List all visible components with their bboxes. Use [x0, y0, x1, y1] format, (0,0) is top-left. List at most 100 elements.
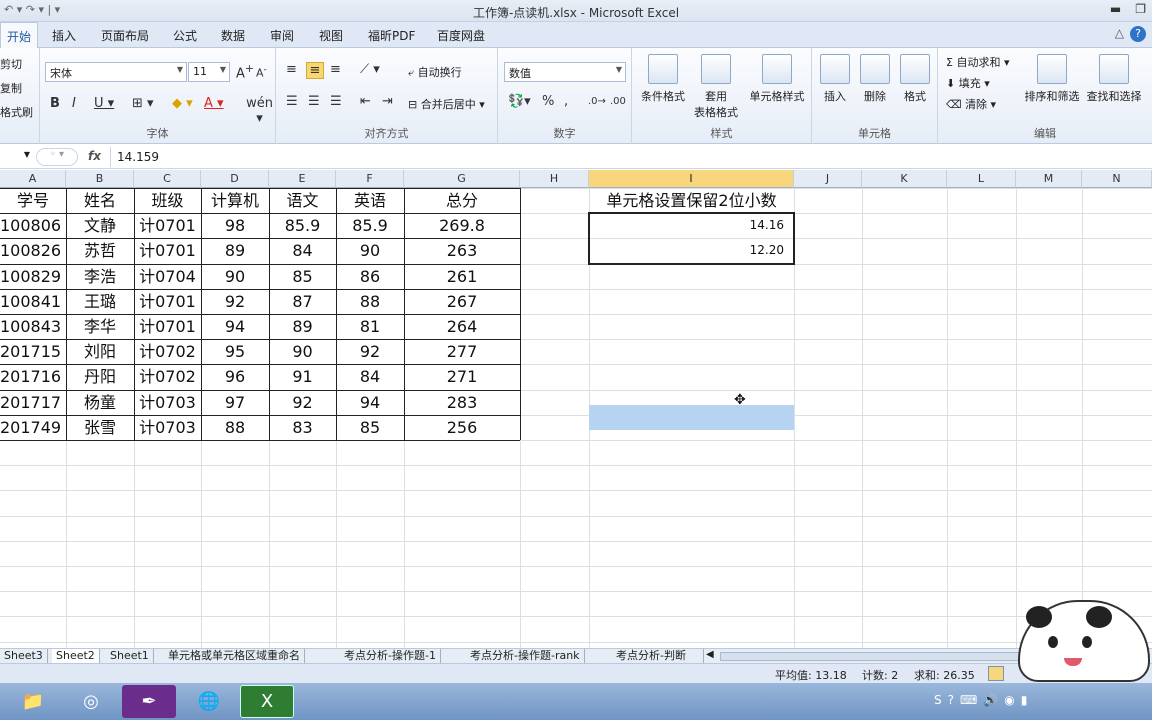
sheet-tab-analysis-rank[interactable]: 考点分析-操作题-rank: [466, 649, 585, 664]
table-cell[interactable]: 85.9: [336, 213, 404, 238]
fill-button[interactable]: ⬇ 填充 ▾: [946, 75, 990, 91]
align-right-icon[interactable]: ☰: [330, 94, 342, 109]
network-icon[interactable]: ▮: [1021, 693, 1028, 707]
tab-home[interactable]: 开始: [0, 22, 39, 49]
table-cell[interactable]: 李浩: [66, 264, 134, 289]
formula-resize-handle[interactable]: ◦ ▾: [36, 148, 78, 166]
tab-baidu-netdisk[interactable]: 百度网盘: [437, 27, 485, 44]
column-header-j[interactable]: J: [794, 170, 862, 188]
sheet-tab-sheet3[interactable]: Sheet3: [0, 649, 48, 664]
sort-filter-button[interactable]: 排序和筛选: [1022, 54, 1082, 104]
table-header-cell[interactable]: 英语: [336, 188, 404, 213]
table-cell[interactable]: 201716: [0, 364, 66, 389]
grow-font-icon[interactable]: A+: [236, 62, 254, 81]
table-header-cell[interactable]: 计算机: [201, 188, 269, 213]
table-cell[interactable]: 201717: [0, 390, 66, 415]
font-color-icon[interactable]: A ▾: [204, 96, 224, 111]
tab-formulas[interactable]: 公式: [173, 27, 197, 44]
side-table-header[interactable]: 单元格设置保留2位小数: [589, 188, 794, 213]
table-cell[interactable]: 88: [336, 289, 404, 314]
table-cell[interactable]: 267: [404, 289, 520, 314]
qq-icon[interactable]: ◉: [1004, 693, 1014, 707]
sheet-tab-analysis-1[interactable]: 考点分析-操作题-1: [340, 649, 441, 664]
table-cell[interactable]: 84: [269, 238, 336, 263]
table-header-cell[interactable]: 姓名: [66, 188, 134, 213]
table-cell[interactable]: 丹阳: [66, 364, 134, 389]
delete-cells-button[interactable]: 删除: [856, 54, 894, 104]
shrink-font-icon[interactable]: A-: [256, 64, 267, 80]
table-cell[interactable]: 81: [336, 314, 404, 339]
sheet-tab-rename[interactable]: 单元格或单元格区域重命名: [164, 649, 305, 664]
minimize-icon[interactable]: ▬: [1110, 2, 1121, 16]
system-tray[interactable]: S ? ⌨ 🔊 ◉ ▮: [934, 693, 1027, 707]
sheet-tab-sheet1[interactable]: Sheet1: [106, 649, 154, 664]
merge-center-button[interactable]: ⊟ 合并后居中 ▾: [408, 96, 485, 112]
orientation-icon[interactable]: ⟋ ▾: [360, 62, 380, 77]
currency-icon[interactable]: 💱▾: [508, 94, 531, 109]
table-cell[interactable]: 计0701: [134, 238, 201, 263]
table-cell[interactable]: 263: [404, 238, 520, 263]
pen-app-icon[interactable]: ✒: [122, 685, 176, 718]
conditional-format-button[interactable]: 条件格式: [638, 54, 688, 104]
table-cell[interactable]: 100841: [0, 289, 66, 314]
column-header-f[interactable]: F: [336, 170, 404, 188]
excel-taskbar-icon[interactable]: X: [240, 685, 294, 718]
table-cell[interactable]: 201715: [0, 339, 66, 364]
column-header-b[interactable]: B: [66, 170, 134, 188]
table-cell[interactable]: 92: [336, 339, 404, 364]
format-cells-button[interactable]: 格式: [896, 54, 934, 104]
sogou-icon[interactable]: S: [934, 693, 942, 707]
table-cell[interactable]: 201749: [0, 415, 66, 440]
table-cell[interactable]: 87: [269, 289, 336, 314]
table-cell[interactable]: 100826: [0, 238, 66, 263]
table-cell[interactable]: 苏哲: [66, 238, 134, 263]
table-cell[interactable]: 刘阳: [66, 339, 134, 364]
table-cell[interactable]: 95: [201, 339, 269, 364]
number-format-select[interactable]: 数值 ▼: [504, 62, 626, 82]
cut-button[interactable]: 剪切: [0, 56, 22, 72]
help-tray-icon[interactable]: ?: [948, 693, 954, 707]
table-cell[interactable]: 计0703: [134, 415, 201, 440]
table-cell[interactable]: 计0702: [134, 364, 201, 389]
table-cell[interactable]: 85: [336, 415, 404, 440]
table-header-cell[interactable]: 语文: [269, 188, 336, 213]
align-middle-icon[interactable]: ≡: [306, 62, 324, 79]
table-cell[interactable]: 100806: [0, 213, 66, 238]
table-cell[interactable]: 86: [336, 264, 404, 289]
align-top-icon[interactable]: ≡: [286, 62, 297, 77]
table-cell[interactable]: 计0701: [134, 213, 201, 238]
table-cell[interactable]: 计0704: [134, 264, 201, 289]
decrease-indent-icon[interactable]: ⇤: [360, 94, 371, 109]
comma-icon[interactable]: ,: [564, 94, 568, 109]
font-name-select[interactable]: 宋体 ▼: [45, 62, 187, 82]
file-explorer-icon[interactable]: 📁: [6, 685, 60, 718]
table-cell[interactable]: 文静: [66, 213, 134, 238]
fill-color-icon[interactable]: ◆ ▾: [172, 96, 193, 111]
table-cell[interactable]: 100843: [0, 314, 66, 339]
table-cell[interactable]: 李华: [66, 314, 134, 339]
table-cell[interactable]: 89: [201, 238, 269, 263]
table-cell[interactable]: 杨童: [66, 390, 134, 415]
window-controls[interactable]: ▬ ❐: [1110, 2, 1146, 16]
border-icon[interactable]: ⊞ ▾: [132, 96, 154, 111]
table-cell[interactable]: 264: [404, 314, 520, 339]
help-icon[interactable]: ?: [1130, 26, 1146, 42]
format-as-table-button[interactable]: 套用 表格格式: [690, 54, 742, 120]
tab-insert[interactable]: 插入: [52, 27, 76, 44]
wrap-text-button[interactable]: ⤶ 自动换行: [408, 64, 462, 80]
volume-icon[interactable]: 🔊: [983, 693, 998, 707]
table-cell[interactable]: 92: [269, 390, 336, 415]
autosum-button[interactable]: Σ 自动求和 ▾: [946, 54, 1009, 70]
table-cell[interactable]: 94: [336, 390, 404, 415]
sheet-scroll-left-icon[interactable]: ◀: [706, 649, 714, 660]
italic-icon[interactable]: I: [72, 96, 76, 111]
table-header-cell[interactable]: 学号: [0, 188, 66, 213]
column-header-m[interactable]: M: [1016, 170, 1082, 188]
browser-icon[interactable]: 🌐: [182, 685, 236, 718]
normal-view-icon[interactable]: [988, 666, 1004, 681]
sheet-tab-analysis-judge[interactable]: 考点分析-判断: [612, 649, 704, 664]
table-cell[interactable]: 85.9: [269, 213, 336, 238]
table-header-cell[interactable]: 班级: [134, 188, 201, 213]
table-cell[interactable]: 89: [269, 314, 336, 339]
table-cell[interactable]: 91: [269, 364, 336, 389]
